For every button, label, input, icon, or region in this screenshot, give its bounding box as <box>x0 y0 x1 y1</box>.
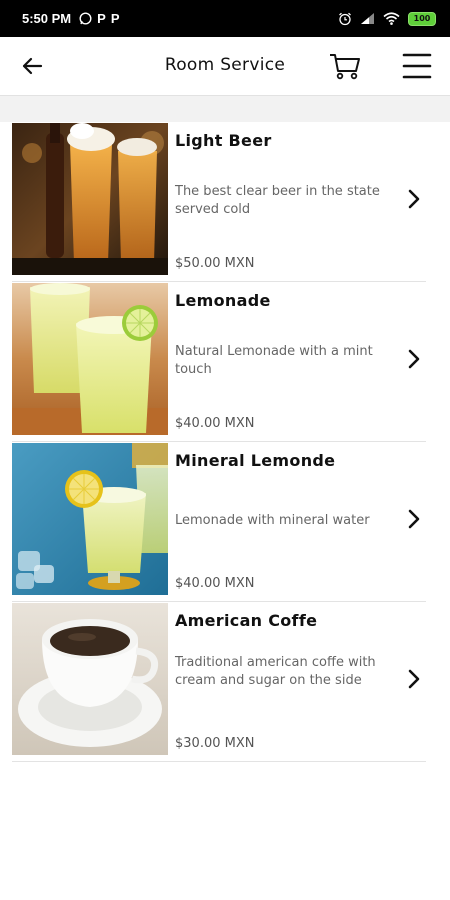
product-name: Light Beer <box>175 131 272 150</box>
signal-icon <box>361 13 374 24</box>
mineral-lemonade-image <box>12 443 168 595</box>
product-price: $50.00 MXN <box>175 256 255 271</box>
lemonade-image <box>12 283 168 435</box>
whatsapp-icon <box>79 12 92 25</box>
p-app-icon: P <box>97 11 106 26</box>
product-list: Light Beer The best clear beer in the st… <box>12 122 426 762</box>
p-app-icon: P <box>110 11 120 26</box>
page-title: Room Service <box>164 55 286 75</box>
status-time: 5:50 PM <box>22 11 72 26</box>
menu-icon[interactable] <box>402 52 432 80</box>
cart-icon[interactable] <box>329 51 361 81</box>
light-beer-image <box>12 123 168 275</box>
product-price: $40.00 MXN <box>175 576 255 591</box>
product-price: $40.00 MXN <box>175 416 255 431</box>
product-name: Mineral Lemonde <box>175 451 336 470</box>
chevron-right-icon[interactable] <box>406 188 422 210</box>
product-item-lemonade[interactable]: Lemonade Natural Lemonade with a mint to… <box>12 282 426 442</box>
product-description: Natural Lemonade with a mint touch <box>175 344 373 377</box>
header-spacer <box>0 96 450 122</box>
chevron-right-icon[interactable] <box>406 348 422 370</box>
status-bar: 5:50 PM P P 100 <box>0 0 450 37</box>
notification-icons: P P <box>79 11 119 26</box>
product-description: Lemonade with mineral water <box>175 513 370 528</box>
product-item-american-coffe[interactable]: American Coffe Traditional american coff… <box>12 602 426 762</box>
product-name: American Coffe <box>175 611 318 630</box>
american-coffee-image <box>12 603 168 755</box>
product-name: Lemonade <box>175 291 271 310</box>
product-item-mineral-lemonde[interactable]: Mineral Lemonde Lemonade with mineral wa… <box>12 442 426 602</box>
product-price: $30.00 MXN <box>175 736 255 751</box>
app-bar: Room Service <box>0 37 450 96</box>
battery-icon: 100 <box>408 11 436 26</box>
wifi-icon <box>383 12 400 25</box>
system-icons: 100 <box>338 11 436 26</box>
chevron-right-icon[interactable] <box>406 508 422 530</box>
product-item-light-beer[interactable]: Light Beer The best clear beer in the st… <box>12 122 426 282</box>
chevron-right-icon[interactable] <box>406 668 422 690</box>
product-description: Traditional american coffe with cream an… <box>175 655 376 688</box>
alarm-icon <box>339 12 351 25</box>
product-description: The best clear beer in the state served … <box>175 184 380 217</box>
